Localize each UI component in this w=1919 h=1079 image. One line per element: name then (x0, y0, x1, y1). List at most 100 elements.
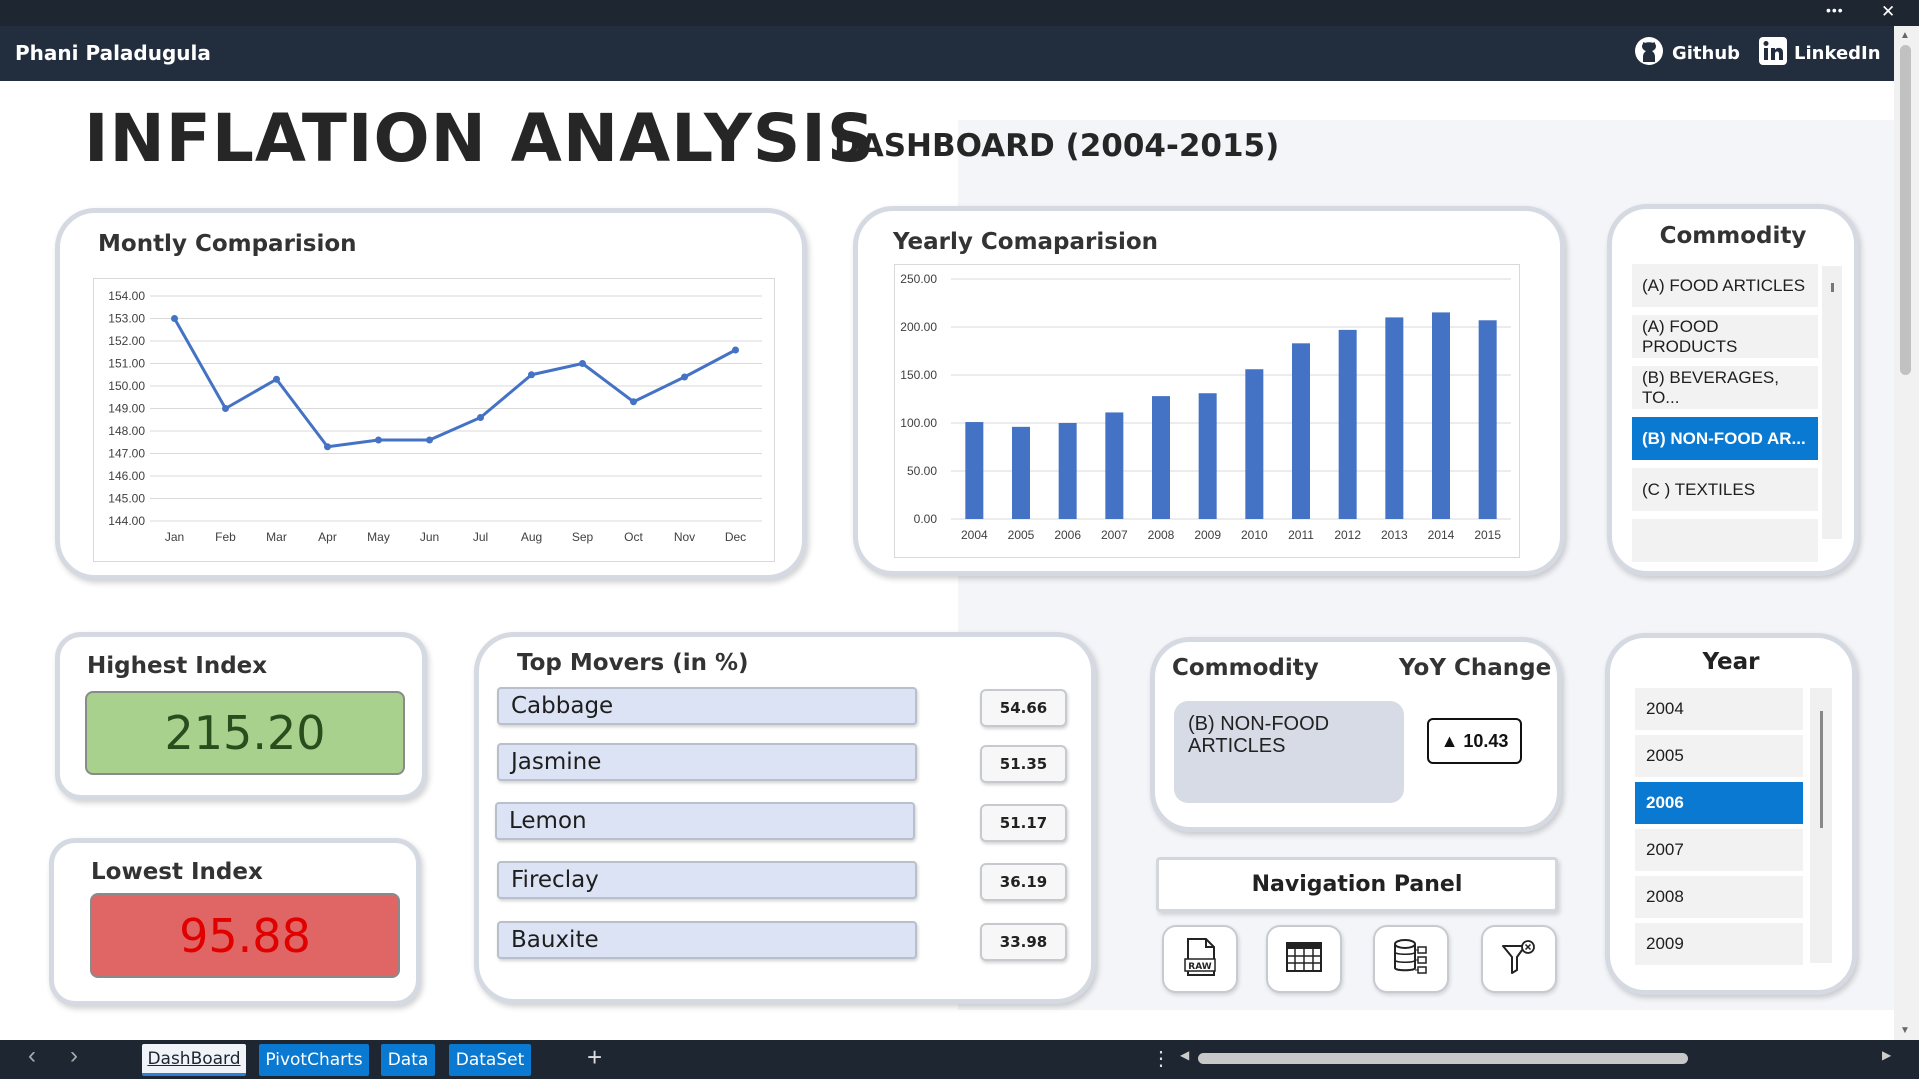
y-tick-label: 0.00 (914, 512, 938, 526)
x-tick-label: Jan (165, 530, 184, 544)
github-link[interactable]: Github (1634, 36, 1740, 70)
mover-value: 33.98 (980, 923, 1067, 961)
tab-data[interactable]: Data (381, 1044, 435, 1076)
x-tick-label: 2011 (1288, 528, 1314, 542)
github-icon (1634, 36, 1664, 71)
commodity-option[interactable]: (C ) TEXTILES (1632, 468, 1818, 511)
x-tick-label: 2012 (1334, 528, 1361, 542)
tab-dashboard[interactable]: DashBoard (142, 1044, 246, 1076)
year-slicer-list: 2004 2005 2006 2007 2008 2009 (1635, 688, 1803, 974)
table-view-button[interactable] (1266, 925, 1342, 993)
mover-name: Fireclay (497, 861, 917, 899)
dataset-button[interactable] (1373, 925, 1449, 993)
database-icon (1391, 937, 1431, 982)
data-point (579, 360, 586, 367)
horizontal-scrollbar[interactable]: ◀ ▶ (1180, 1048, 1891, 1066)
linkedin-link[interactable]: LinkedIn (1758, 36, 1881, 70)
bar (1338, 329, 1357, 519)
yearly-chart-area: 250.00 200.00 150.00 100.00 50.00 0.00 2004 200… (894, 264, 1520, 558)
y-tick-label: 147.00 (108, 447, 145, 461)
mover-name: Bauxite (497, 921, 917, 959)
raw-file-icon: RAW (1182, 937, 1218, 982)
title-strip: ••• ✕ (0, 0, 1919, 26)
commodity-slicer-scrollbar[interactable] (1822, 266, 1842, 539)
y-tick-label: 200.00 (900, 320, 937, 334)
y-tick-label: 150.00 (108, 379, 145, 393)
year-option[interactable]: 2007 (1635, 829, 1803, 871)
x-tick-label: Feb (215, 530, 236, 544)
tab-dataset[interactable]: DataSet (449, 1044, 531, 1076)
add-sheet-icon[interactable]: + (587, 1042, 602, 1073)
yearly-bar-chart: 250.00 200.00 150.00 100.00 50.00 0.00 2004 200… (900, 272, 1511, 542)
mover-value: 36.19 (980, 863, 1067, 901)
mover-name: Lemon (495, 802, 915, 840)
mover-value: 51.35 (980, 745, 1067, 783)
data-point (222, 405, 229, 412)
github-label: Github (1672, 42, 1741, 64)
scroll-left-icon[interactable]: ◀ (1180, 1048, 1189, 1062)
commodity-slicer: Commodity (A) FOOD ARTICLES (A) FOOD PROD… (1607, 204, 1859, 576)
top-movers-card: Top Movers (in %) Cabbage 54.66 Jasmine 51.… (474, 632, 1096, 1004)
year-option[interactable]: 2008 (1635, 876, 1803, 918)
mover-value: 54.66 (980, 689, 1067, 727)
commodity-option-partial[interactable] (1632, 519, 1818, 562)
bar (1478, 320, 1497, 519)
y-tick-label: 150.00 (900, 368, 937, 382)
year-option[interactable]: 2004 (1635, 688, 1803, 730)
raw-data-button[interactable]: RAW (1162, 925, 1238, 993)
top-movers-title: Top Movers (in %) (517, 650, 749, 676)
data-point (273, 375, 280, 383)
commodity-option[interactable]: (B) BEVERAGES, TO... (1632, 366, 1818, 409)
vertical-scroll-thumb[interactable] (1900, 45, 1911, 375)
y-tick-label: 151.00 (108, 357, 145, 371)
year-option[interactable]: 2005 (1635, 735, 1803, 777)
yoy-commodity-value: (B) NON-FOOD ARTICLES (1174, 701, 1404, 803)
more-options-icon[interactable]: ••• (1826, 2, 1844, 18)
year-option[interactable]: 2009 (1635, 923, 1803, 965)
navigation-panel-title: Navigation Panel (1156, 857, 1558, 912)
year-slicer-scroll-thumb[interactable] (1820, 711, 1823, 828)
x-tick-label: May (367, 530, 390, 544)
commodity-slicer-title: Commodity (1659, 223, 1807, 249)
next-sheet-icon[interactable]: › (70, 1042, 78, 1070)
monthly-line-chart: 154.00 153.00 152.00 151.00 150.00 149.00 148.… (108, 289, 762, 544)
data-point (732, 346, 739, 354)
x-tick-label: Apr (318, 530, 337, 544)
bar (1245, 369, 1264, 519)
year-slicer-title: Year (1702, 649, 1760, 675)
clear-filter-button[interactable] (1481, 925, 1557, 993)
prev-sheet-icon[interactable]: ‹ (28, 1042, 36, 1070)
tab-pivotcharts[interactable]: PivotCharts (259, 1044, 369, 1076)
data-point (171, 315, 178, 322)
highest-index-title: Highest Index (87, 653, 268, 679)
yoy-change-card: Commodity YoY Change (B) NON-FOOD ARTICL… (1150, 637, 1562, 832)
commodity-slicer-list: (A) FOOD ARTICLES (A) FOOD PRODUCTS (B) BE… (1632, 264, 1818, 571)
data-point (324, 443, 331, 451)
scroll-right-icon[interactable]: ▶ (1882, 1048, 1891, 1062)
more-tabs-icon[interactable]: ⋮ (1151, 1046, 1171, 1071)
horizontal-scroll-thumb[interactable] (1198, 1053, 1688, 1064)
x-tick-label: Nov (674, 530, 695, 544)
year-option[interactable]: 2006 (1635, 782, 1803, 824)
app-header: Phani Paladugula Github LinkedIn (0, 26, 1894, 81)
year-slicer-scrollbar[interactable] (1810, 688, 1832, 963)
commodity-slicer-scroll-thumb[interactable] (1831, 283, 1834, 292)
scroll-up-icon[interactable]: ▲ (1900, 30, 1910, 41)
commodity-option[interactable]: (B) NON-FOOD AR... (1632, 417, 1818, 460)
x-tick-label: Aug (521, 530, 542, 544)
bar (1105, 412, 1124, 519)
monthly-chart-card: Montly Comparision 154.00 153.00 152.00 151… (55, 208, 807, 580)
commodity-option[interactable]: (A) FOOD ARTICLES (1632, 264, 1818, 307)
year-slicer: Year 2004 2005 2006 2007 2008 2009 (1605, 633, 1857, 995)
close-icon[interactable]: ✕ (1881, 2, 1895, 22)
clear-filter-icon (1500, 938, 1538, 981)
lowest-index-title: Lowest Index (91, 859, 263, 885)
bar (1152, 396, 1170, 519)
y-tick-label: 153.00 (108, 312, 145, 326)
y-tick-label: 148.00 (108, 424, 145, 438)
commodity-option[interactable]: (A) FOOD PRODUCTS (1632, 315, 1818, 358)
yoy-change-label: YoY Change (1399, 655, 1552, 681)
svg-text:RAW: RAW (1188, 962, 1211, 972)
highest-index-value: 215.20 (85, 691, 405, 775)
scroll-down-icon[interactable]: ▼ (1900, 1025, 1910, 1036)
